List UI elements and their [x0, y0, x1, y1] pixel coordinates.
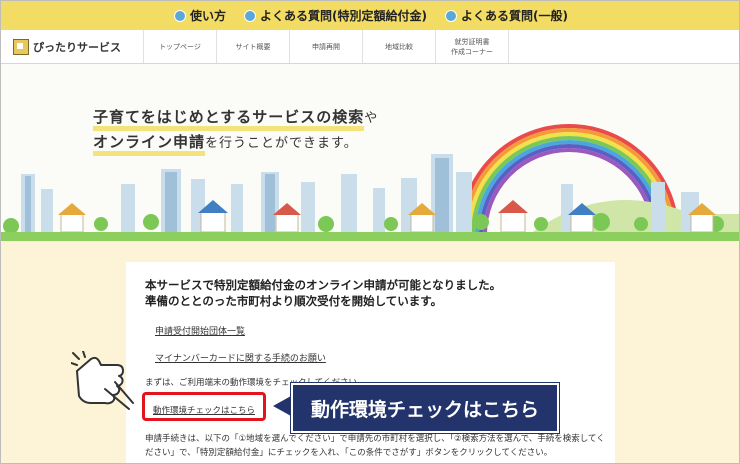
- notice-line1: 本サービスで特別定額給付金のオンライン申請が可能となりました。: [145, 278, 502, 292]
- top-link-faq-benefit[interactable]: よくある質問(特別定額給付金): [244, 7, 427, 24]
- nav-item-employment-cert[interactable]: 就労証明書 作成コーナー: [435, 30, 509, 63]
- nav-item-region-compare[interactable]: 地域比較: [362, 30, 435, 63]
- top-link-label: 使い方: [190, 9, 227, 23]
- site-logo[interactable]: ぴったりサービス: [13, 38, 143, 55]
- nav-item-top[interactable]: トップページ: [143, 30, 216, 63]
- top-link-label: よくある質問(特別定額給付金): [260, 9, 427, 23]
- question-circle-icon: [244, 9, 257, 22]
- page-frame: 使い方 よくある質問(特別定額給付金) よくある質問(一般) ぴったりサービス …: [0, 0, 740, 464]
- link-mynumber-notice[interactable]: マイナンバーカードに関する手続のお願い: [155, 351, 326, 364]
- procedure-text-line1: 申請手続きは、以下の「①地域を選んでください」で申請先の市町村を選択し、「②検索…: [145, 434, 605, 444]
- main-nav: ぴったりサービス トップページ サイト概要 申請再開 地域比較 就労証明書 作成…: [1, 30, 739, 64]
- logo-icon: [13, 38, 29, 55]
- procedure-text-line2: ださい」で、「特別定額給付金」にチェックを入れ、「この条件でさがす」ボタンをクリ…: [145, 448, 553, 458]
- cityscape-illustration: [1, 124, 739, 241]
- nav-item-resume[interactable]: 申請再開: [289, 30, 362, 63]
- callout-pointer: [273, 396, 291, 416]
- question-circle-icon: [445, 9, 457, 22]
- top-link-bar: 使い方 よくある質問(特別定額給付金) よくある質問(一般): [1, 1, 739, 30]
- link-application-list[interactable]: 申請受付開始団体一覧: [155, 324, 245, 337]
- callout-label: 動作環境チェックはこちら: [310, 398, 539, 421]
- top-link-label: よくある質問(一般): [461, 9, 568, 23]
- hero-banner: 子育てをはじめとするサービスの検索や オンライン申請を行うことができます。: [1, 64, 739, 241]
- env-check-callout: 動作環境チェックはこちら: [291, 383, 559, 433]
- pointing-hand-icon: [71, 351, 134, 410]
- env-check-highlight-box: [142, 392, 266, 421]
- logo-text: ぴったりサービス: [33, 40, 121, 54]
- top-link-usage[interactable]: 使い方: [174, 7, 226, 24]
- top-link-faq-general[interactable]: よくある質問(一般): [445, 7, 568, 24]
- info-circle-icon: [174, 9, 186, 22]
- notice-line2: 準備のととのった市町村より順次受付を開始しています。: [145, 294, 443, 308]
- nav-item-overview[interactable]: サイト概要: [216, 30, 289, 63]
